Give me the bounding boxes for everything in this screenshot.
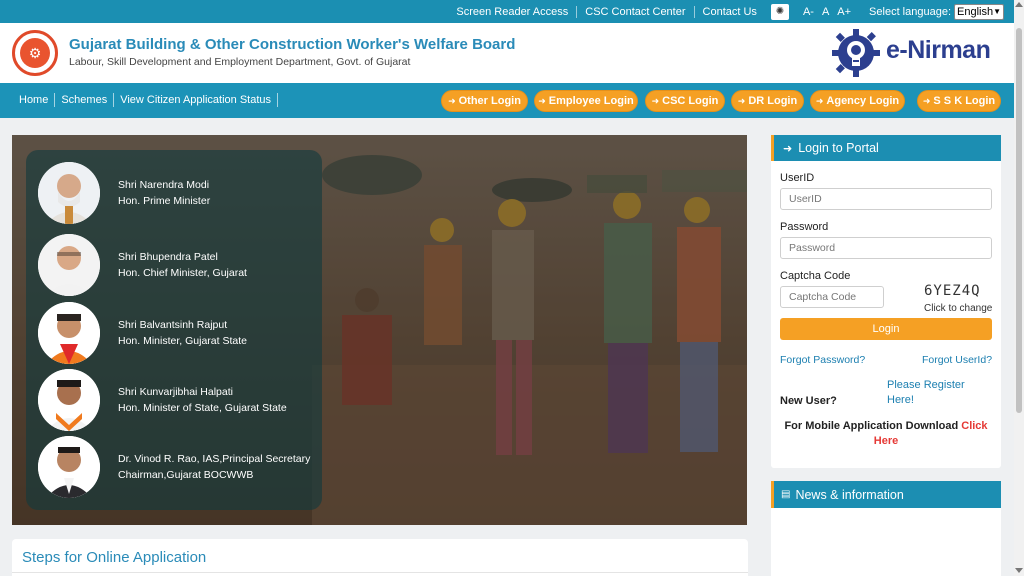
enirman-brand[interactable]: e-Nirman — [886, 36, 991, 65]
login-icon: ➜ — [448, 95, 456, 106]
login-submit-button[interactable]: Login — [780, 318, 992, 340]
login-icon: ➜ — [651, 95, 660, 106]
register-text-line1: Please Register — [887, 379, 965, 391]
ssk-login-label: S S K Login — [933, 95, 996, 107]
csc-contact-link[interactable]: CSC Contact Center — [577, 5, 695, 18]
login-icon: ➜ — [538, 95, 546, 106]
agency-login-button[interactable]: ➜ Agency Login — [810, 90, 905, 112]
language-value: English — [957, 5, 994, 18]
scrollbar-thumb[interactable] — [1016, 28, 1022, 413]
steps-section: Steps for Online Application — [12, 539, 748, 576]
leader-role: Hon. Minister, Gujarat State — [118, 335, 247, 347]
scroll-up-arrow-icon[interactable] — [1015, 2, 1023, 7]
mobile-app-link-here[interactable]: Here — [874, 435, 898, 447]
login-icon: ➜ — [815, 95, 824, 106]
register-text-line2: Here! — [887, 394, 914, 406]
mobile-app-download: For Mobile Application Download Click He… — [771, 419, 1001, 449]
leaders-panel: Shri Narendra Modi Hon. Prime Minister S… — [26, 150, 322, 510]
avatar — [38, 234, 100, 296]
news-panel: ▤ News & information — [771, 481, 1001, 576]
top-utility-bar: Screen Reader Access CSC Contact Center … — [0, 0, 1014, 23]
mobile-app-text: For Mobile Application Download — [784, 420, 959, 432]
divider — [12, 572, 748, 573]
login-icon: ➜ — [922, 95, 931, 106]
nav-application-status[interactable]: View Citizen Application Status — [114, 93, 279, 107]
news-panel-title: News & information — [795, 487, 904, 502]
leader-name: Shri Kunvarjibhai Halpati — [118, 386, 233, 398]
steps-title: Steps for Online Application — [22, 549, 207, 566]
login-panel-title: Login to Portal — [798, 141, 879, 155]
password-label: Password — [780, 221, 829, 233]
captcha-input[interactable]: Captcha Code — [780, 286, 884, 308]
login-icon: ➜ — [737, 95, 746, 106]
board-logo[interactable]: ⚙ — [12, 30, 58, 76]
leader-role: Chairman,Gujarat BOCWWB — [118, 469, 254, 481]
password-input[interactable]: Password — [780, 237, 992, 259]
chevron-down-icon: ▼ — [993, 7, 1001, 16]
hero-banner: Shri Narendra Modi Hon. Prime Minister S… — [12, 135, 747, 525]
captcha-label: Captcha Code — [780, 270, 851, 282]
nav-home[interactable]: Home — [13, 93, 56, 107]
leader-name: Shri Bhupendra Patel — [118, 251, 218, 263]
other-login-button[interactable]: ➜ Other Login — [441, 90, 528, 112]
captcha-image[interactable]: 6YEZ4Q — [924, 283, 981, 299]
leader-card: Dr. Vinod R. Rao, IAS,Principal Secretar… — [38, 436, 310, 498]
avatar — [38, 162, 100, 224]
dr-login-button[interactable]: ➜ DR Login — [731, 90, 804, 112]
contrast-toggle-icon[interactable]: ✺ — [770, 3, 789, 20]
screen-reader-link[interactable]: Screen Reader Access — [448, 5, 578, 18]
leader-card: Shri Bhupendra Patel Hon. Chief Minister… — [38, 234, 247, 296]
register-link[interactable]: Please Register Here! — [887, 378, 965, 408]
forgot-userid-link[interactable]: Forgot UserId? — [922, 354, 992, 366]
language-select[interactable]: English ▼ — [954, 3, 1004, 20]
agency-login-label: Agency Login — [826, 95, 900, 107]
csc-login-button[interactable]: ➜ CSC Login — [645, 90, 725, 112]
leader-card: Shri Balvantsinh Rajput Hon. Minister, G… — [38, 302, 247, 364]
page-scrollbar[interactable] — [1014, 0, 1024, 576]
leader-role: Hon. Prime Minister — [118, 195, 211, 207]
enirman-gear-icon — [832, 29, 880, 77]
newspaper-icon: ▤ — [781, 489, 791, 500]
leader-role: Hon. Chief Minister, Gujarat — [118, 267, 247, 279]
leader-name: Dr. Vinod R. Rao, IAS,Principal Secretar… — [118, 453, 311, 465]
main-nav: Home Schemes View Citizen Application St… — [0, 83, 1014, 118]
site-header: ⚙ Gujarat Building & Other Construction … — [0, 23, 1014, 83]
scroll-down-arrow-icon[interactable] — [1015, 568, 1023, 573]
mobile-app-link[interactable]: Click — [961, 420, 987, 432]
news-panel-header: ▤ News & information — [771, 481, 1001, 508]
font-decrease-button[interactable]: A- — [799, 6, 818, 18]
leader-name: Shri Balvantsinh Rajput — [118, 319, 228, 331]
font-increase-button[interactable]: A+ — [833, 6, 855, 18]
ssk-login-button[interactable]: ➜ S S K Login — [917, 90, 1001, 112]
avatar — [38, 436, 100, 498]
login-panel: ➜ Login to Portal UserID UserID Password… — [771, 135, 1001, 468]
captcha-refresh-link[interactable]: Click to change — [924, 303, 992, 314]
userid-input[interactable]: UserID — [780, 188, 992, 210]
leader-card: Shri Narendra Modi Hon. Prime Minister — [38, 162, 210, 224]
login-icon: ➜ — [783, 142, 793, 155]
other-login-label: Other Login — [458, 95, 521, 107]
leader-role: Hon. Minister of State, Gujarat State — [118, 402, 287, 414]
logo-emblem-icon: ⚙ — [20, 38, 50, 68]
employee-login-label: Employee Login — [548, 95, 634, 107]
dr-login-label: DR Login — [748, 95, 798, 107]
userid-label: UserID — [780, 172, 815, 184]
leader-name: Shri Narendra Modi — [118, 179, 210, 191]
contact-us-link[interactable]: Contact Us — [695, 6, 765, 18]
login-panel-header: ➜ Login to Portal — [771, 135, 1001, 161]
avatar — [38, 369, 100, 431]
nav-schemes[interactable]: Schemes — [55, 93, 115, 107]
new-user-label: New User? — [780, 395, 837, 407]
org-subtitle: Labour, Skill Development and Employment… — [69, 56, 411, 68]
language-label: Select language: — [869, 5, 951, 18]
font-normal-button[interactable]: A — [818, 6, 833, 18]
org-title: Gujarat Building & Other Construction Wo… — [69, 36, 516, 53]
forgot-password-link[interactable]: Forgot Password? — [780, 354, 865, 366]
csc-login-label: CSC Login — [662, 95, 719, 107]
avatar — [38, 302, 100, 364]
employee-login-button[interactable]: ➜ Employee Login — [534, 90, 638, 112]
leader-card: Shri Kunvarjibhai Halpati Hon. Minister … — [38, 369, 287, 431]
